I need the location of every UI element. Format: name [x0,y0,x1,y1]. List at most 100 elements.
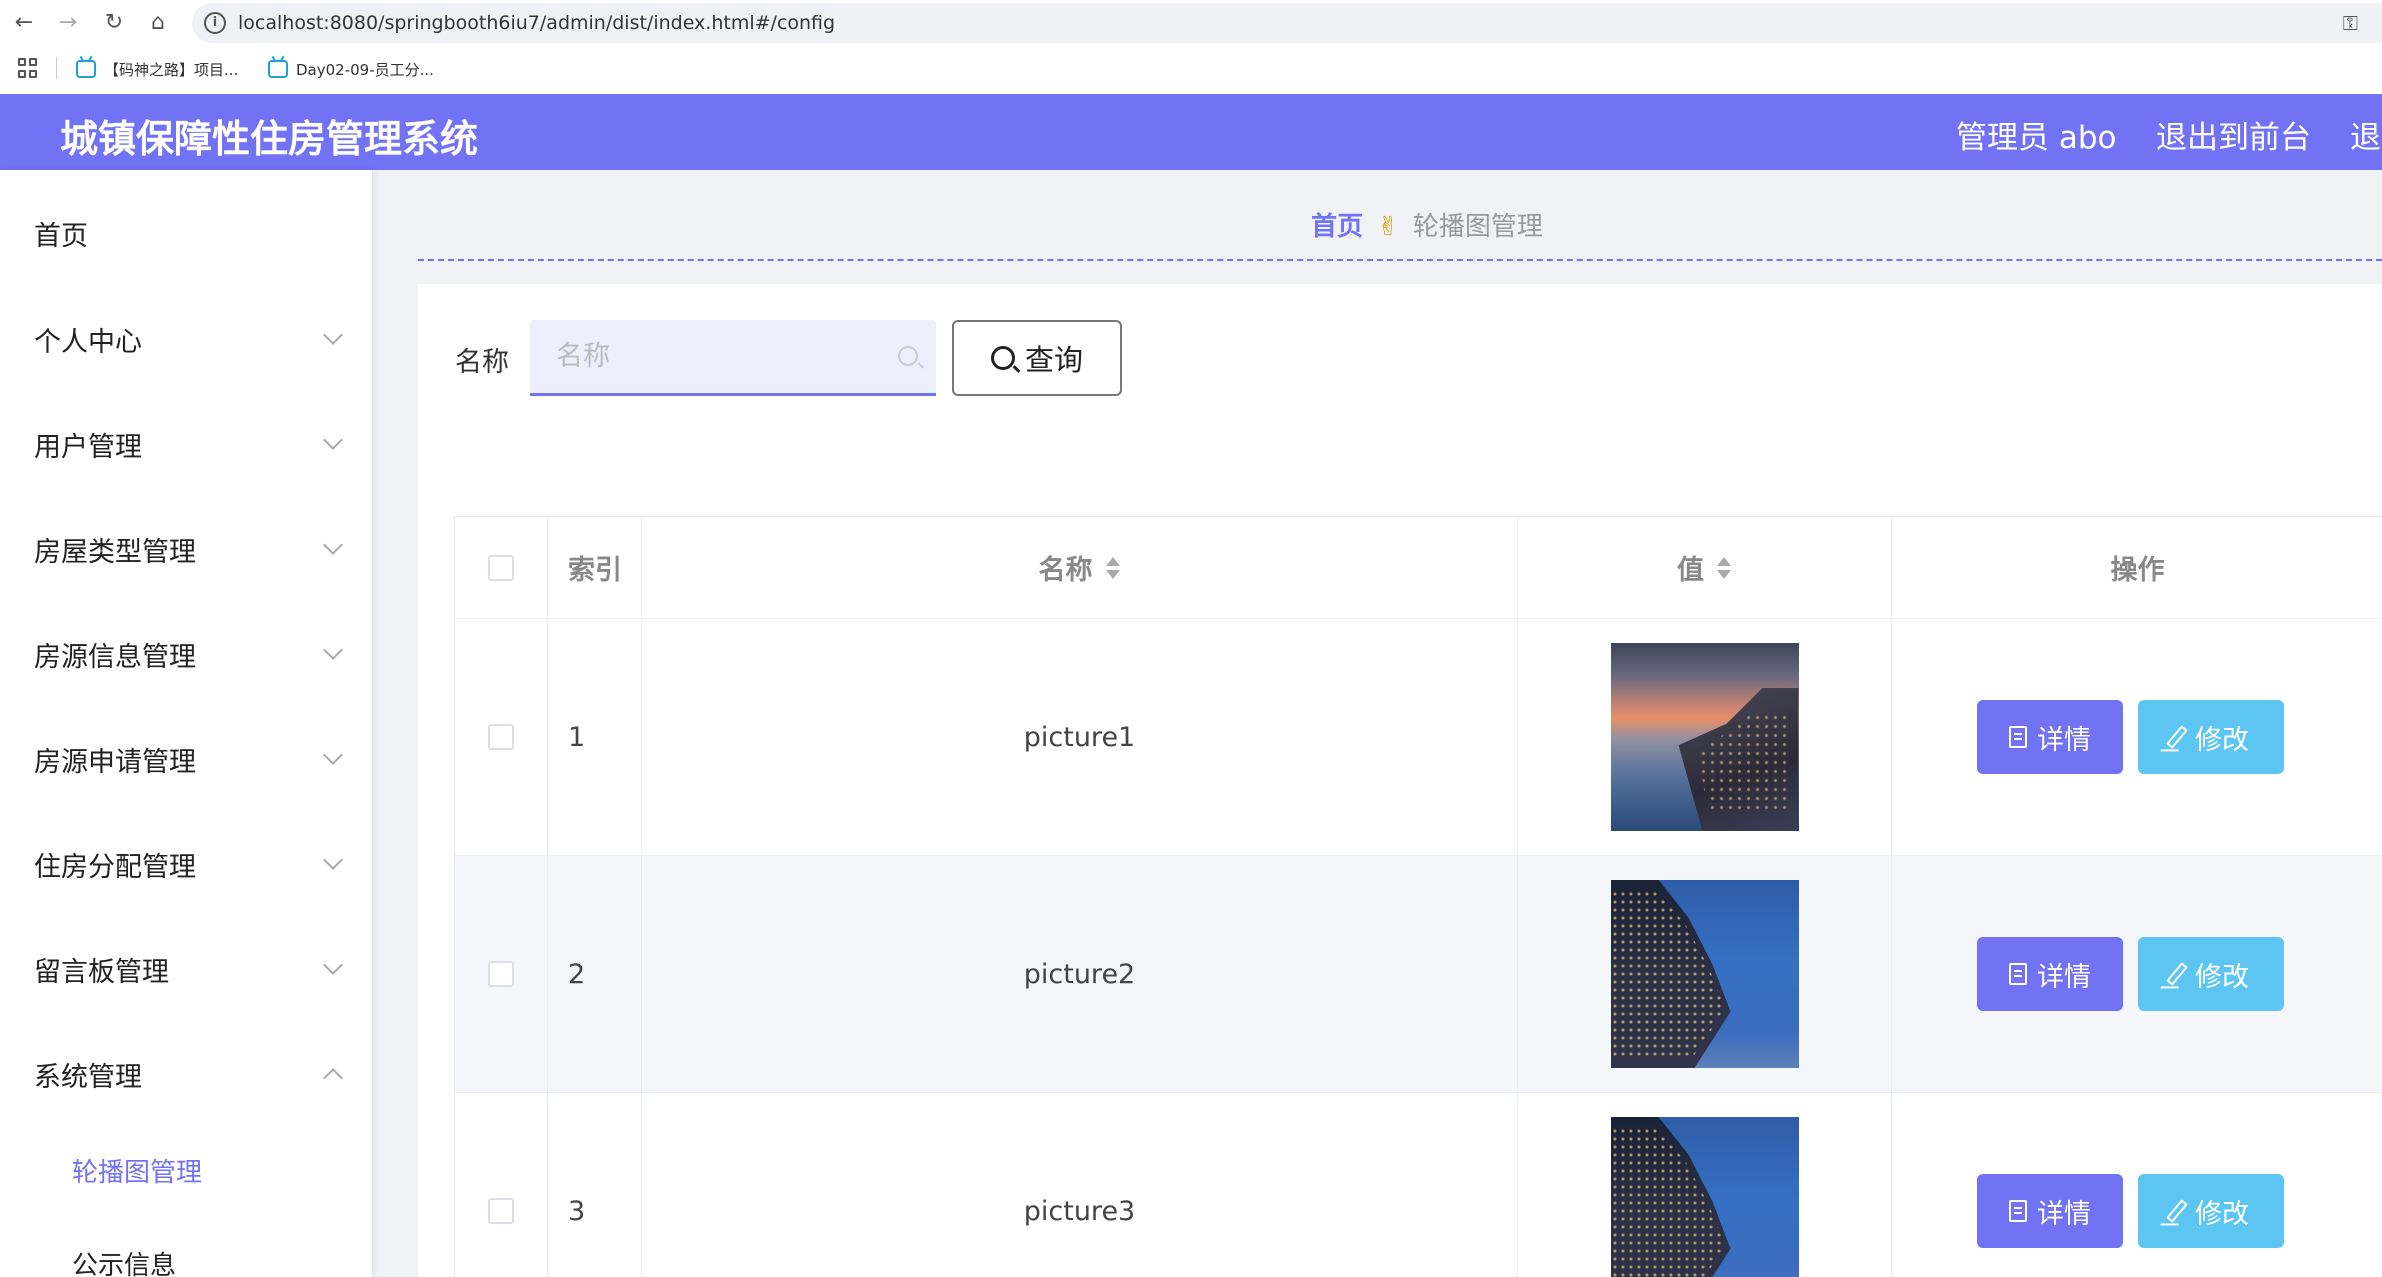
edit-button-label: 修改 [2195,724,2249,756]
detail-button[interactable]: 详情 [1977,937,2123,1011]
bookmark-label: Day02-09-员工分... [296,60,434,79]
search-label: 名称 [455,347,509,378]
column-header-value[interactable]: 值 [1518,517,1892,618]
row-value-cell [1518,856,1892,1092]
edit-icon [2166,962,2188,986]
carousel-thumbnail[interactable] [1610,880,1799,1068]
address-bar[interactable]: i localhost:8080/springbooth6iu7/admin/d… [192,3,2382,43]
sidebar-item-message-board[interactable]: 留言板管理 [0,938,372,998]
exit-to-front-link[interactable]: 退出到前台 [2156,112,2311,157]
breadcrumb: 首页 ✌ 轮播图管理 [372,206,2382,243]
back-icon[interactable]: ← [10,9,38,37]
row-name: picture2 [642,856,1518,1092]
edit-button[interactable]: 修改 [2138,700,2284,774]
document-icon [2009,726,2027,748]
sidebar-item-label: 房源申请管理 [34,747,196,778]
breadcrumb-home[interactable]: 首页 [1311,212,1363,242]
sidebar-subitem-label: 公示信息 [72,1251,177,1277]
row-name: picture3 [642,1093,1518,1277]
sidebar-subitem-announcement[interactable]: 公示信息 [0,1235,372,1277]
row-checkbox-cell [455,619,548,855]
sidebar-item-label: 房屋类型管理 [34,537,196,568]
bilibili-icon [76,60,96,78]
bookmark-label: 【码神之路】项目... [104,60,239,79]
admin-user-label: 管理员 abo [1956,120,2117,156]
row-index: 1 [548,619,642,855]
table-row: 1 picture1 详情 修改 [455,619,2382,856]
edit-button[interactable]: 修改 [2138,1174,2284,1248]
thumbnail-lights [1610,890,1726,1060]
bookmark-item[interactable]: 【码神之路】项目... [76,57,238,81]
bookmark-divider [56,57,57,79]
sidebar-item-house-application[interactable]: 房源申请管理 [0,728,372,788]
breadcrumb-divider [418,259,2382,261]
row-name: picture1 [642,619,1518,855]
row-index: 3 [548,1093,642,1277]
row-ops-cell: 详情 修改 [1892,1093,2382,1277]
header-checkbox-cell [455,517,548,618]
detail-button[interactable]: 详情 [1977,700,2123,774]
carousel-table: 索引 名称 值 操作 1 picture1 详情 修改 2 picture2 详… [454,516,2382,1277]
sidebar-item-user-management[interactable]: 用户管理 [0,413,372,473]
sidebar-item-label: 个人中心 [34,327,142,358]
select-all-checkbox[interactable] [488,554,514,581]
logout-link[interactable]: 退 [2350,112,2381,157]
row-value-cell [1518,619,1892,855]
column-header-name[interactable]: 名称 [642,517,1518,618]
chevron-down-icon [323,325,343,345]
carousel-thumbnail[interactable] [1610,1117,1799,1277]
document-icon [2009,963,2027,985]
key-icon[interactable]: ⚿ [2343,11,2358,35]
sidebar-item-label: 住房分配管理 [34,852,196,883]
reload-icon[interactable]: ↻ [100,9,128,37]
row-index: 2 [548,856,642,1092]
forward-icon[interactable]: → [54,9,82,37]
sidebar-item-house-type[interactable]: 房屋类型管理 [0,518,372,578]
sort-icon[interactable] [1105,555,1121,581]
chevron-down-icon [323,535,343,555]
search-input[interactable] [530,320,890,392]
column-header-value-label: 值 [1677,555,1704,586]
breadcrumb-current: 轮播图管理 [1412,212,1543,242]
table-header-row: 索引 名称 值 操作 [455,517,2382,619]
bookmark-item[interactable]: Day02-09-员工分... [268,57,434,81]
site-info-icon[interactable]: i [204,12,226,34]
edit-icon [2166,725,2188,749]
bookmarks-bar: 【码神之路】项目... Day02-09-员工分... [0,46,2382,93]
sidebar-item-home[interactable]: 首页 [0,202,372,262]
sort-icon[interactable] [1716,555,1732,581]
carousel-thumbnail[interactable] [1610,643,1799,831]
app-title: 城镇保障性住房管理系统 [60,117,479,161]
edit-button-label: 修改 [2195,1198,2249,1230]
row-checkbox[interactable] [488,724,514,750]
row-value-cell [1518,1093,1892,1277]
main-content: 首页 ✌ 轮播图管理 名称 查询 索引 名称 值 操作 1 picture1 [372,170,2382,1277]
content-panel: 名称 查询 索引 名称 值 操作 1 picture1 [418,284,2382,1277]
chevron-up-icon [323,1068,343,1088]
row-checkbox[interactable] [488,1198,514,1224]
query-button[interactable]: 查询 [952,320,1122,396]
home-icon[interactable]: ⌂ [144,9,172,37]
url-text[interactable]: localhost:8080/springbooth6iu7/admin/dis… [238,12,835,34]
row-checkbox[interactable] [488,961,514,987]
column-header-name-label: 名称 [1038,555,1093,586]
thumbnail-lights [1698,713,1789,813]
edit-button[interactable]: 修改 [2138,937,2284,1011]
sidebar-item-label: 留言板管理 [34,957,169,988]
document-icon [2009,1200,2027,1222]
sidebar-item-label: 房源信息管理 [34,642,196,673]
hand-icon: ✌ [1377,212,1399,242]
apps-grid-icon[interactable] [18,58,38,78]
sidebar-item-system-management[interactable]: 系统管理 [0,1043,372,1103]
app-header: 城镇保障性住房管理系统 管理员 abo 退出到前台 退 [0,94,2382,170]
detail-button-label: 详情 [2037,961,2091,993]
table-row: 2 picture2 详情 修改 [455,856,2382,1093]
detail-button[interactable]: 详情 [1977,1174,2123,1248]
query-button-label: 查询 [1024,343,1083,377]
sidebar-item-personal-center[interactable]: 个人中心 [0,308,372,368]
sidebar-subitem-carousel[interactable]: 轮播图管理 [0,1142,372,1194]
sidebar-item-label: 首页 [34,221,88,252]
sidebar-item-housing-allocation[interactable]: 住房分配管理 [0,833,372,893]
column-header-index: 索引 [548,517,642,618]
sidebar-item-house-info[interactable]: 房源信息管理 [0,623,372,683]
